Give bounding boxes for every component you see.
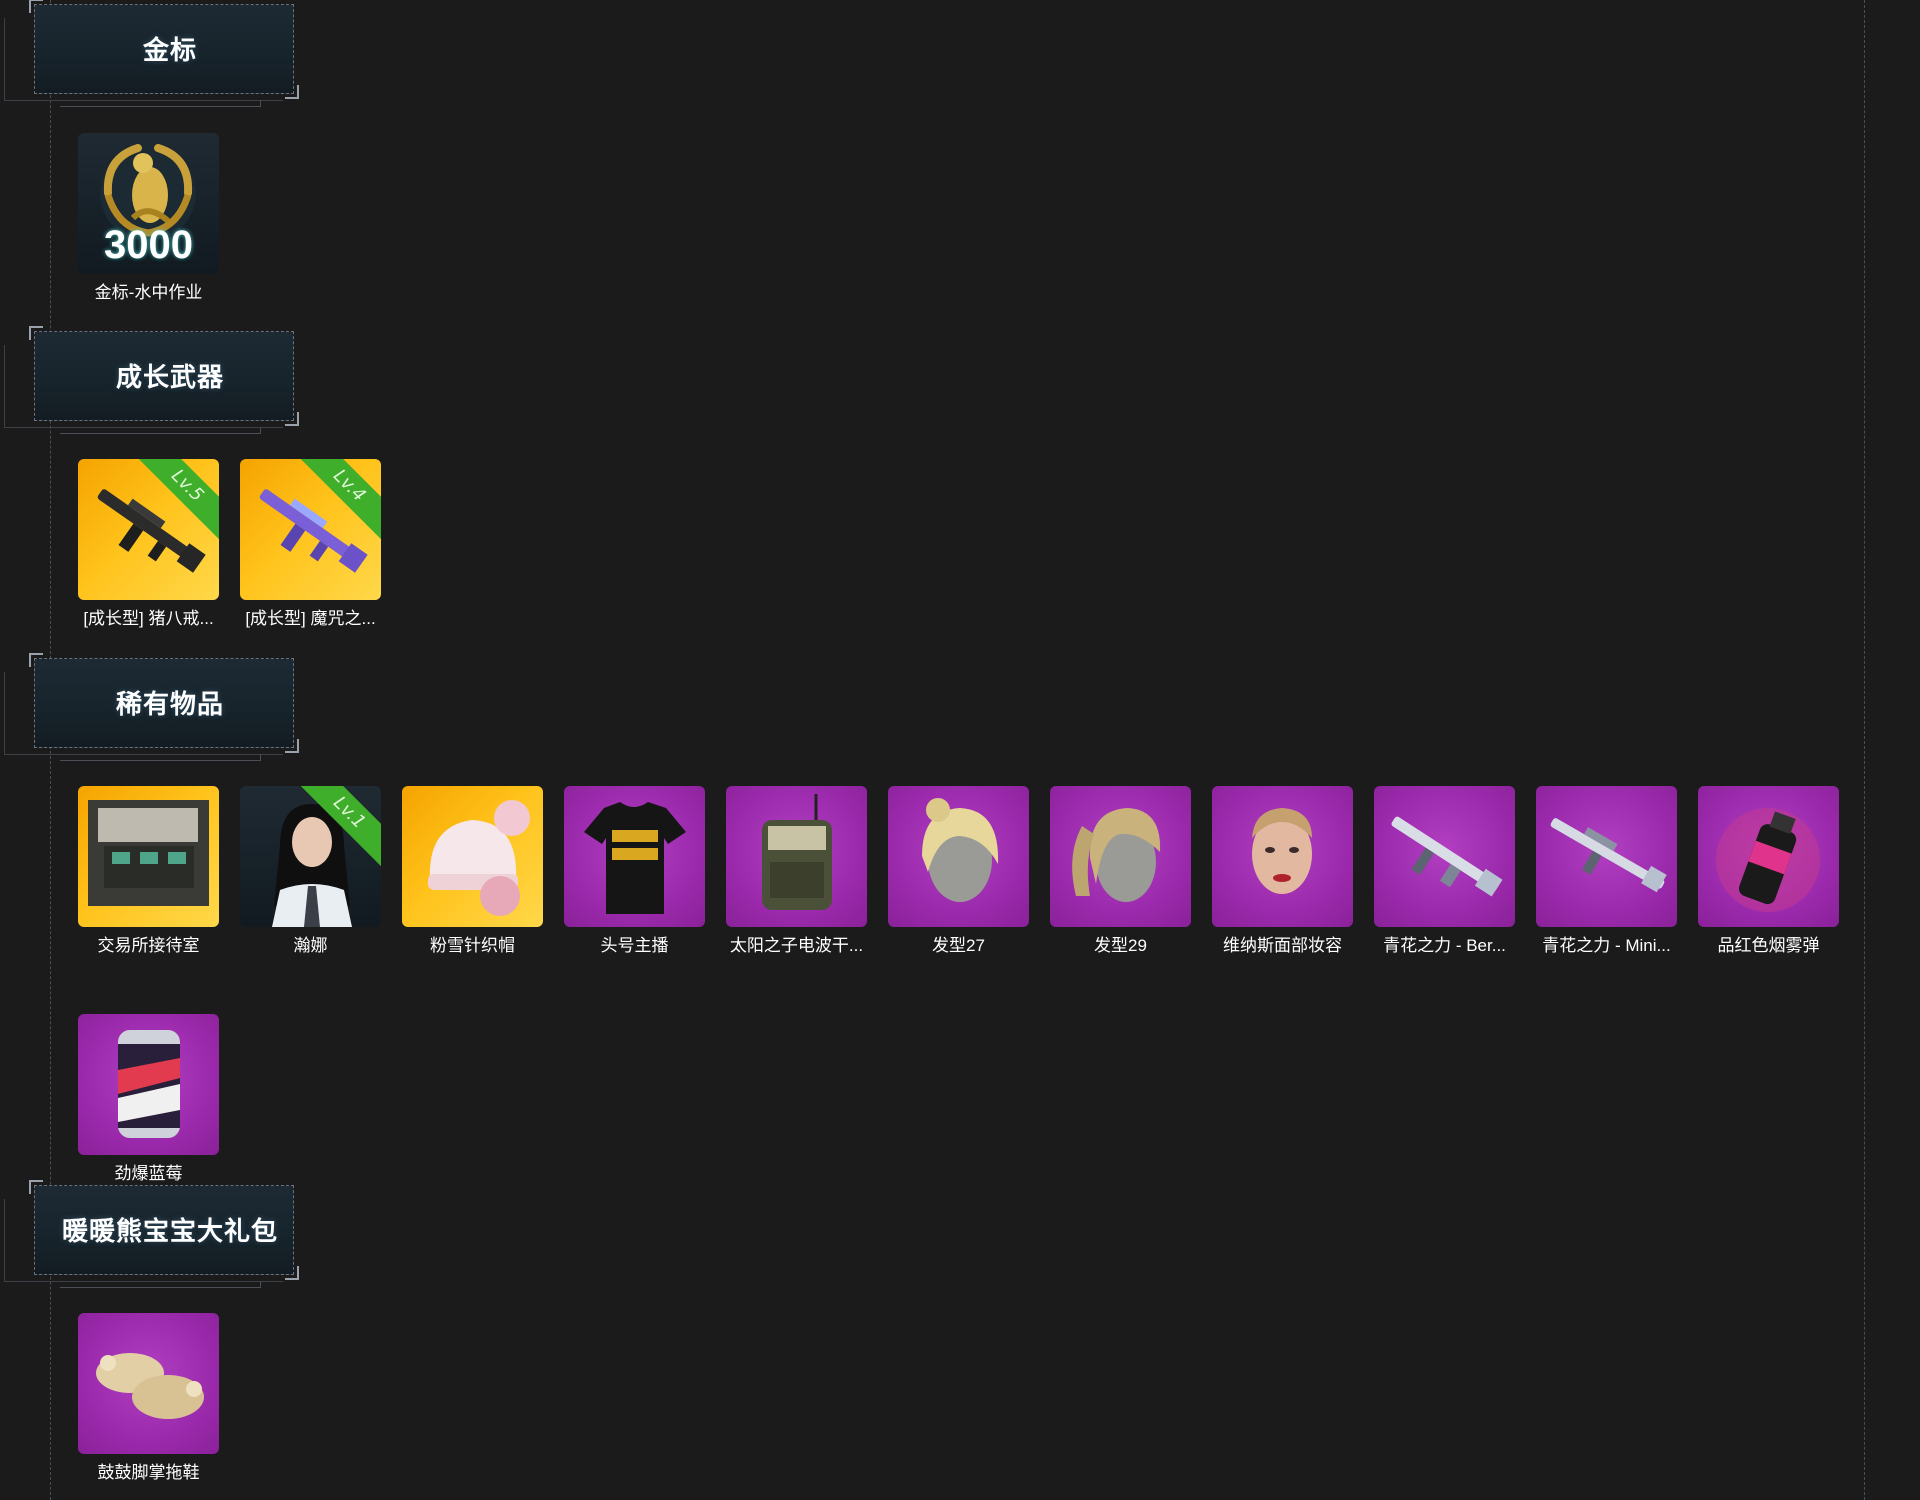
item-label: 发型29 (1094, 936, 1147, 955)
item-grid-bear-gift-pack: 鼓鼓脚掌拖鞋 (78, 1313, 1839, 1483)
item-tile[interactable]: 3000 (78, 133, 219, 274)
item-card[interactable]: Lv.4 [成长型] 魔咒之... (240, 459, 381, 629)
smoke-grenade-icon (1716, 808, 1820, 912)
item-label: 头号主播 (600, 936, 669, 955)
room-icon (88, 800, 209, 906)
item-label: 发型27 (932, 936, 985, 955)
item-tile[interactable] (1374, 786, 1515, 927)
item-label: 瀚娜 (293, 936, 328, 955)
item-tile[interactable] (1050, 786, 1191, 927)
backpack-icon (762, 794, 832, 910)
section-title: 暖暖熊宝宝大礼包 (61, 1216, 278, 1247)
section-title: 稀有物品 (115, 689, 224, 720)
item-tile[interactable] (1212, 786, 1353, 927)
item-label: 鼓鼓脚掌拖鞋 (97, 1463, 200, 1482)
item-amount: 3000 (104, 223, 193, 267)
tshirt-icon (584, 802, 686, 914)
item-card[interactable]: 青花之力 - Mini... (1536, 786, 1677, 956)
item-card[interactable]: 发型29 (1050, 786, 1191, 956)
item-tile[interactable] (1698, 786, 1839, 927)
item-tile[interactable] (1536, 786, 1677, 927)
item-tile[interactable]: Lv.5 (78, 459, 219, 600)
item-card[interactable]: 交易所接待室 (78, 786, 219, 956)
item-tile[interactable] (726, 786, 867, 927)
item-label: [成长型] 魔咒之... (245, 609, 376, 628)
right-dashed-guide (1864, 0, 1865, 1500)
item-card[interactable]: Lv.1 瀚娜 (240, 786, 381, 956)
section-header-growth-weapons: 成长武器 (0, 326, 300, 437)
item-tile[interactable]: Lv.4 (240, 459, 381, 600)
item-grid-gold-badge: 3000 金标-水中作业 (78, 133, 1839, 303)
item-card[interactable]: 品红色烟雾弹 (1698, 786, 1839, 956)
item-card[interactable]: 3000 金标-水中作业 (78, 133, 219, 303)
section-header-gold-badge: 金标 (0, 0, 300, 110)
item-card[interactable]: 劲爆蓝莓 (78, 1014, 219, 1184)
item-tile[interactable]: Lv.1 (240, 786, 381, 927)
item-tile[interactable] (564, 786, 705, 927)
item-card[interactable]: 鼓鼓脚掌拖鞋 (78, 1313, 219, 1483)
item-card[interactable]: 维纳斯面部妆容 (1212, 786, 1353, 956)
item-label: 青花之力 - Mini... (1542, 936, 1671, 955)
face-makeup-icon (1252, 808, 1312, 894)
drink-can-icon (118, 1030, 180, 1138)
hairstyle-icon (922, 798, 999, 902)
rifle-icon (1550, 818, 1667, 893)
item-label: [成长型] 猪八戒... (83, 609, 214, 628)
item-tile[interactable] (888, 786, 1029, 927)
item-tile[interactable] (402, 786, 543, 927)
section-header-bear-gift-pack: 暖暖熊宝宝大礼包 (0, 1180, 300, 1291)
item-tile[interactable] (78, 1014, 219, 1155)
item-grid-rare-items: 交易所接待室 Lv.1 瀚娜 粉雪针织帽 头号主播 太阳之子电波干... 发型2… (78, 786, 1839, 1184)
item-label: 金标-水中作业 (94, 283, 203, 302)
item-label: 交易所接待室 (97, 936, 200, 955)
item-card[interactable]: Lv.5 [成长型] 猪八戒... (78, 459, 219, 629)
item-card[interactable]: 粉雪针织帽 (402, 786, 543, 956)
item-tile[interactable] (78, 786, 219, 927)
item-card[interactable]: 青花之力 - Ber... (1374, 786, 1515, 956)
rifle-icon (1391, 816, 1503, 897)
section-header-rare-items: 稀有物品 (0, 653, 300, 764)
item-card[interactable]: 头号主播 (564, 786, 705, 956)
item-label: 太阳之子电波干... (729, 936, 864, 955)
item-label: 粉雪针织帽 (430, 936, 515, 955)
slippers-icon (96, 1353, 204, 1419)
section-title: 成长武器 (115, 362, 224, 393)
item-card[interactable]: 发型27 (888, 786, 1029, 956)
item-tile[interactable] (78, 1313, 219, 1454)
item-grid-growth-weapons: Lv.5 [成长型] 猪八戒... Lv.4 [成长型] 魔咒之... (78, 459, 1839, 629)
knit-hat-icon (428, 800, 530, 916)
item-label: 品红色烟雾弹 (1717, 936, 1820, 955)
hairstyle-icon (1072, 808, 1161, 902)
section-title: 金标 (142, 35, 197, 66)
item-label: 维纳斯面部妆容 (1223, 936, 1342, 955)
item-label: 青花之力 - Ber... (1383, 936, 1506, 955)
item-card[interactable]: 太阳之子电波干... (726, 786, 867, 956)
